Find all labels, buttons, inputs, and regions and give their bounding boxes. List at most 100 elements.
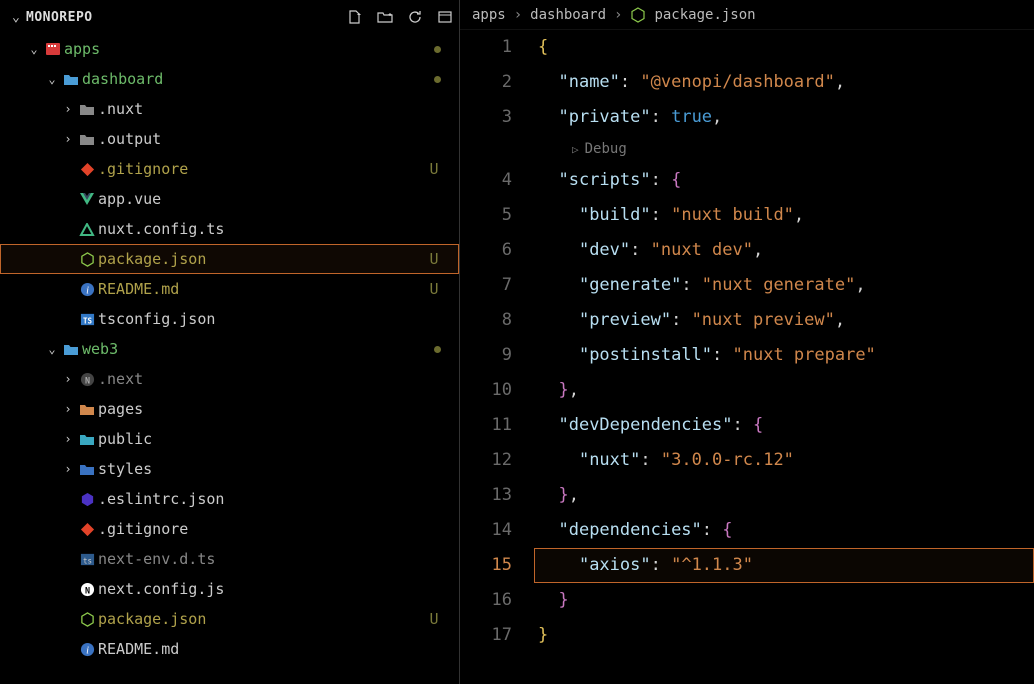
line-number: 13 — [460, 478, 512, 513]
chevron-down-icon[interactable]: ⌄ — [44, 72, 60, 86]
code-line[interactable]: } — [534, 618, 1034, 653]
code-line[interactable]: { — [534, 30, 1034, 65]
tree-item-label: web3 — [82, 340, 427, 358]
chevron-right-icon[interactable]: › — [60, 132, 76, 146]
chevron-right-icon: › — [514, 7, 522, 23]
info-icon: i — [76, 282, 98, 297]
breadcrumb-item[interactable]: apps — [472, 7, 506, 23]
code-line[interactable]: "postinstall": "nuxt prepare" — [534, 338, 1034, 373]
svg-text:N: N — [84, 585, 89, 595]
code-line[interactable]: "axios": "^1.1.3" — [534, 548, 1034, 583]
tree-file[interactable]: .gitignore — [0, 514, 459, 544]
svg-text:TS: TS — [82, 316, 92, 325]
chevron-right-icon[interactable]: › — [60, 402, 76, 416]
new-folder-icon[interactable] — [377, 9, 393, 25]
folder-icon — [76, 103, 98, 116]
folder-open-icon — [60, 73, 82, 86]
code-line[interactable]: "nuxt": "3.0.0-rc.12" — [534, 443, 1034, 478]
folder-open-icon — [60, 343, 82, 356]
code-line[interactable]: }, — [534, 373, 1034, 408]
code-editor[interactable]: 1234567891011121314151617 { "name": "@ve… — [460, 30, 1034, 684]
node-icon — [76, 612, 98, 627]
code-line[interactable]: } — [534, 583, 1034, 618]
codelens-debug[interactable]: ▷Debug — [534, 135, 1034, 163]
tree-file[interactable]: .eslintrc.json — [0, 484, 459, 514]
chevron-right-icon[interactable]: › — [60, 462, 76, 476]
tree-file[interactable]: .gitignoreU — [0, 154, 459, 184]
line-number: 1 — [460, 30, 512, 65]
tree-folder[interactable]: ›.nuxt — [0, 94, 459, 124]
tree-item-label: tsconfig.json — [98, 310, 441, 328]
vue-icon — [76, 192, 98, 206]
tree-item-label: dashboard — [82, 70, 427, 88]
line-number: 2 — [460, 65, 512, 100]
tree-file[interactable]: app.vue — [0, 184, 459, 214]
tree-folder[interactable]: ⌄ web3 — [0, 334, 459, 364]
tree-folder[interactable]: ›N.next — [0, 364, 459, 394]
code-line[interactable]: "devDependencies": { — [534, 408, 1034, 443]
breadcrumb-item[interactable]: package.json — [654, 7, 755, 23]
tree-item-label: package.json — [98, 250, 427, 268]
tree-item-label: README.md — [98, 640, 441, 658]
tree-file[interactable]: nuxt.config.ts — [0, 214, 459, 244]
tree-file[interactable]: package.jsonU — [0, 244, 459, 274]
breadcrumbs[interactable]: apps › dashboard › package.json — [460, 0, 1034, 30]
code-line[interactable]: "preview": "nuxt preview", — [534, 303, 1034, 338]
tree-folder[interactable]: ⌄ dashboard — [0, 64, 459, 94]
line-number: 9 — [460, 338, 512, 373]
chevron-right-icon: › — [614, 7, 622, 23]
code-line[interactable]: }, — [534, 478, 1034, 513]
tree-file[interactable]: package.jsonU — [0, 604, 459, 634]
code-content[interactable]: { "name": "@venopi/dashboard", "private"… — [534, 30, 1034, 684]
tree-item-label: public — [98, 430, 441, 448]
line-number: 11 — [460, 408, 512, 443]
git-status-badge: U — [427, 610, 441, 628]
git-status-badge: U — [427, 280, 441, 298]
tree-file[interactable]: Nnext.config.js — [0, 574, 459, 604]
code-line[interactable]: "private": true, — [534, 100, 1034, 135]
code-line[interactable]: "dev": "nuxt dev", — [534, 233, 1034, 268]
next-dir-icon: N — [76, 372, 98, 387]
code-line[interactable]: "name": "@venopi/dashboard", — [534, 65, 1034, 100]
svg-text:ts: ts — [82, 556, 91, 565]
info-icon: i — [76, 642, 98, 657]
code-line[interactable]: "dependencies": { — [534, 513, 1034, 548]
folder-icon — [76, 133, 98, 146]
collapse-icon[interactable] — [437, 9, 453, 25]
folder-cyan-icon — [76, 433, 98, 446]
chevron-right-icon[interactable]: › — [60, 432, 76, 446]
chevron-right-icon[interactable]: › — [60, 372, 76, 386]
tree-file[interactable]: tsnext-env.d.ts — [0, 544, 459, 574]
ts-icon: ts — [76, 552, 98, 567]
line-number: 12 — [460, 443, 512, 478]
tree-folder[interactable]: › public — [0, 424, 459, 454]
code-line[interactable]: "build": "nuxt build", — [534, 198, 1034, 233]
breadcrumb-item[interactable]: dashboard — [530, 7, 606, 23]
chevron-down-icon[interactable]: ⌄ — [44, 342, 60, 356]
editor-pane: apps › dashboard › package.json 12345678… — [460, 0, 1034, 684]
tree-item-label: pages — [98, 400, 441, 418]
refresh-icon[interactable] — [407, 9, 423, 25]
tree-file[interactable]: iREADME.mdU — [0, 274, 459, 304]
chevron-down-icon[interactable]: ⌄ — [26, 42, 42, 56]
line-number: 10 — [460, 373, 512, 408]
code-line[interactable]: "scripts": { — [534, 163, 1034, 198]
line-number: 4 — [460, 163, 512, 198]
chevron-right-icon[interactable]: › — [60, 102, 76, 116]
tsconfig-icon: TS — [76, 312, 98, 327]
new-file-icon[interactable] — [347, 9, 363, 25]
tree-item-label: README.md — [98, 280, 427, 298]
eslint-icon — [76, 492, 98, 507]
explorer-title: MONOREPO — [26, 10, 347, 25]
tree-folder[interactable]: ›.output — [0, 124, 459, 154]
code-line[interactable]: "generate": "nuxt generate", — [534, 268, 1034, 303]
tree-folder[interactable]: ›styles — [0, 454, 459, 484]
tree-folder[interactable]: ⌄apps — [0, 34, 459, 64]
tree-folder[interactable]: › pages — [0, 394, 459, 424]
file-tree[interactable]: ⌄apps⌄dashboard›.nuxt›.output.gitignoreU… — [0, 34, 459, 684]
tree-file[interactable]: TS tsconfig.json — [0, 304, 459, 334]
tree-file[interactable]: iREADME.md — [0, 634, 459, 664]
chevron-down-icon[interactable]: ⌄ — [12, 10, 26, 25]
git-icon — [76, 162, 98, 177]
nodejs-icon — [630, 7, 646, 23]
